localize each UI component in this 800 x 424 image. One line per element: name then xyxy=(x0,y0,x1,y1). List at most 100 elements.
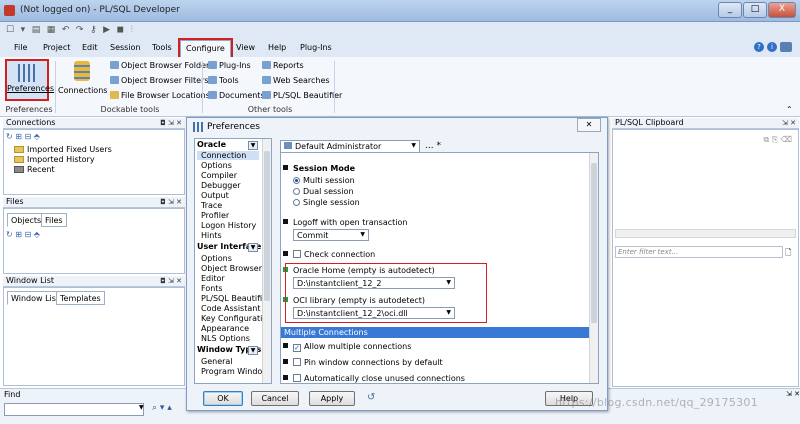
menu-project[interactable]: Project xyxy=(43,43,70,52)
key-icon[interactable]: ⚷ xyxy=(90,25,97,35)
undo-icon[interactable]: ↶ xyxy=(62,25,70,35)
collapse-group-icon[interactable]: ▼ xyxy=(248,243,258,252)
apply-button[interactable]: Apply xyxy=(309,391,355,406)
menu-help[interactable]: Help xyxy=(268,43,286,52)
menu-view[interactable]: View xyxy=(236,43,255,52)
pin-window-checkbox[interactable]: Pin window connections by default xyxy=(293,358,443,367)
collapse-ribbon-icon[interactable]: ⌃ xyxy=(786,105,793,114)
category-group-window-types[interactable]: Window Types ▼ xyxy=(195,345,270,356)
plugins-button[interactable]: Plug-Ins xyxy=(208,61,251,70)
category-item[interactable]: Appearance xyxy=(201,324,249,333)
tab-window-list[interactable]: Window List xyxy=(7,291,64,305)
category-item[interactable]: Hints xyxy=(201,231,222,240)
collapse-group-icon[interactable]: ▼ xyxy=(248,141,258,150)
category-item[interactable]: Options xyxy=(201,161,232,170)
collapse-icon[interactable]: ⊟ xyxy=(25,132,32,141)
menu-plugins[interactable]: Plug-Ins xyxy=(300,43,332,52)
web-searches-button[interactable]: Web Searches xyxy=(262,76,330,85)
find-input[interactable] xyxy=(4,403,144,416)
expand-icon[interactable]: ⊞ xyxy=(15,132,22,141)
category-scrollbar[interactable] xyxy=(262,139,271,383)
category-item[interactable]: Output xyxy=(201,191,229,200)
copy-icon[interactable]: ⧉ xyxy=(763,135,769,144)
panel-controls-icon[interactable]: ◘ ⇲ ✕ xyxy=(160,276,182,286)
category-group-ui[interactable]: User Interface ▼ xyxy=(195,242,270,253)
window-menu-icon[interactable] xyxy=(780,42,792,52)
refresh-icon[interactable]: ↻ xyxy=(6,132,13,141)
tab-templates[interactable]: Templates xyxy=(56,291,105,305)
find-dropdown-icon[interactable]: ▼ xyxy=(139,404,144,411)
preferences-ribbon-button[interactable]: Preferences xyxy=(5,59,54,101)
check-connection-checkbox[interactable]: Check connection xyxy=(293,250,375,259)
beautifier-button[interactable]: PL/SQL Beautifier xyxy=(262,91,342,100)
new-document-icon[interactable]: 🗋 xyxy=(785,247,791,261)
tab-objects[interactable]: Objects xyxy=(7,213,46,227)
documents-button[interactable]: Documents xyxy=(208,91,265,100)
category-item-connection[interactable]: Connection xyxy=(197,151,259,160)
radio-multi-session[interactable]: Multi session xyxy=(293,176,355,185)
expand-icon[interactable]: ⊞ xyxy=(15,230,22,239)
menu-file[interactable]: File xyxy=(14,43,27,52)
new-icon[interactable]: ☐ xyxy=(6,25,14,35)
category-item[interactable]: Editor xyxy=(201,274,225,283)
tree-item[interactable]: Imported Fixed Users xyxy=(14,145,112,154)
category-item[interactable]: NLS Options xyxy=(201,334,250,343)
info-icon[interactable]: i xyxy=(767,42,777,52)
open-icon[interactable]: ▾ xyxy=(21,25,26,35)
dialog-close-icon[interactable]: ✕ xyxy=(577,118,601,132)
print-icon[interactable]: ▦ xyxy=(47,25,56,35)
save-icon[interactable]: ▤ xyxy=(32,25,41,35)
minimize-button[interactable]: _ xyxy=(718,2,742,18)
auto-close-checkbox[interactable]: Automatically close unused connections xyxy=(293,374,465,383)
category-item[interactable]: Debugger xyxy=(201,181,241,190)
category-item[interactable]: Code Assistant xyxy=(201,304,260,313)
clipboard-filter-input[interactable]: Enter filter text... xyxy=(615,246,783,258)
panel-controls-icon[interactable]: ⇲ ✕ xyxy=(782,118,796,128)
profile-menu-icon[interactable]: ... * xyxy=(425,141,441,151)
run-icon[interactable]: ▶ xyxy=(103,25,110,35)
reports-button[interactable]: Reports xyxy=(262,61,304,70)
tree-item[interactable]: Recent xyxy=(14,165,55,174)
stop-icon[interactable]: ◼ xyxy=(117,25,124,35)
logoff-combo[interactable]: Commit ▼ xyxy=(293,229,369,241)
category-item[interactable]: Object Browser xyxy=(201,264,262,273)
category-group-oracle[interactable]: Oracle ▼ xyxy=(195,140,270,151)
close-button[interactable]: X xyxy=(768,2,796,18)
nav-icon[interactable]: ⬘ xyxy=(34,230,40,239)
category-item[interactable]: Compiler xyxy=(201,171,237,180)
category-item[interactable]: Fonts xyxy=(201,284,223,293)
allow-multiple-checkbox[interactable]: ✓ Allow multiple connections xyxy=(293,342,411,352)
category-item[interactable]: PL/SQL Beautifier xyxy=(201,294,270,303)
cancel-button[interactable]: Cancel xyxy=(251,391,299,406)
menu-session[interactable]: Session xyxy=(110,43,141,52)
scroll-thumb[interactable] xyxy=(264,151,270,301)
connections-ribbon-button[interactable]: Connections xyxy=(58,61,107,101)
horizontal-scrollbar[interactable] xyxy=(615,229,796,238)
panel-controls-icon[interactable]: ⇲ ✕ xyxy=(786,390,800,398)
menu-edit[interactable]: Edit xyxy=(82,43,98,52)
collapse-icon[interactable]: ⊟ xyxy=(25,230,32,239)
tree-item[interactable]: Imported History xyxy=(14,155,95,164)
radio-single-session[interactable]: Single session xyxy=(293,198,360,207)
file-browser-locations-button[interactable]: File Browser Locations xyxy=(110,91,210,100)
category-item[interactable]: Trace xyxy=(201,201,222,210)
tab-files[interactable]: Files xyxy=(41,213,67,227)
panel-controls-icon[interactable]: ◘ ⇲ ✕ xyxy=(160,118,182,128)
paste-icon[interactable]: ⎘ xyxy=(772,135,778,144)
help-icon[interactable]: ? xyxy=(754,42,764,52)
clear-icon[interactable]: ⌫ xyxy=(781,135,792,144)
category-item[interactable]: General xyxy=(201,357,233,366)
tools-button[interactable]: Tools xyxy=(208,76,239,85)
ok-button[interactable]: OK xyxy=(203,391,243,406)
refresh-icon[interactable]: ↻ xyxy=(6,230,13,239)
category-item[interactable]: Logon History xyxy=(201,221,256,230)
settings-scrollbar[interactable] xyxy=(589,153,598,383)
nav-icon[interactable]: ⬘ xyxy=(34,132,40,141)
object-browser-folders-button[interactable]: Object Browser Folders xyxy=(110,61,213,70)
refresh-preferences-icon[interactable]: ↺ xyxy=(367,392,375,403)
preferences-small-icon[interactable]: ⫶ xyxy=(131,25,133,35)
menu-tools[interactable]: Tools xyxy=(152,43,172,52)
object-browser-filters-button[interactable]: Object Browser Filters xyxy=(110,76,209,85)
category-item[interactable]: Profiler xyxy=(201,211,229,220)
category-item[interactable]: Program Window xyxy=(201,367,269,376)
